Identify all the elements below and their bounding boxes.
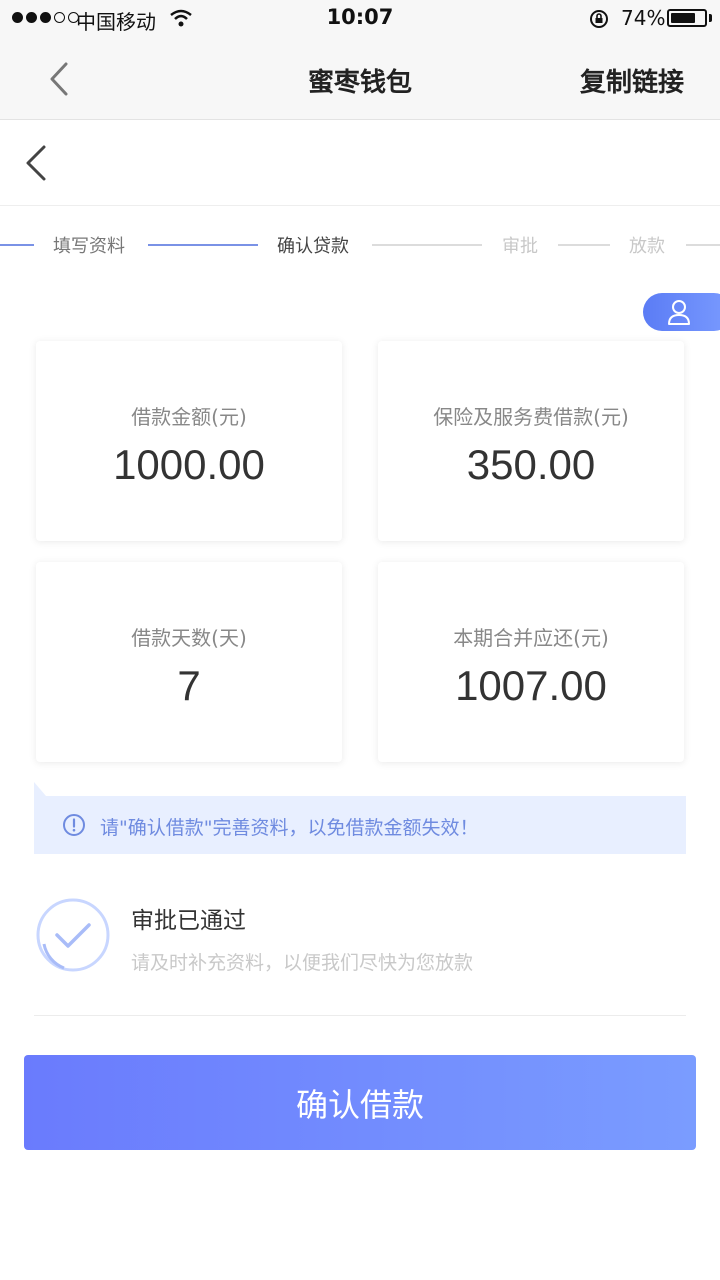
info-icon bbox=[63, 814, 85, 836]
loan-amount-card: 借款金额(元) 1000.00 bbox=[36, 341, 342, 541]
notice-pointer bbox=[34, 782, 46, 796]
divider bbox=[34, 1015, 686, 1016]
signal-strength-icon bbox=[12, 12, 79, 23]
status-bar: 中国移动 10:07 74% bbox=[0, 0, 720, 38]
insurance-fee-card: 保险及服务费借款(元) 350.00 bbox=[378, 341, 684, 541]
step-connector bbox=[148, 244, 258, 246]
card-value: 1000.00 bbox=[113, 441, 265, 488]
card-value: 1007.00 bbox=[455, 662, 607, 709]
loan-days-card: 借款天数(天) 7 bbox=[36, 562, 342, 762]
notice-text: 请"确认借款"完善资料，以免借款金额失效！ bbox=[100, 817, 479, 839]
nav-bar: 蜜枣钱包 复制链接 bbox=[0, 38, 720, 120]
card-label: 借款金额(元) bbox=[131, 405, 247, 429]
step-connector bbox=[686, 244, 720, 246]
step-connector bbox=[558, 244, 610, 246]
step-disbursement: 放款 bbox=[629, 236, 665, 257]
total-repayment-card: 本期合并应还(元) 1007.00 bbox=[378, 562, 684, 762]
approval-title: 审批已通过 bbox=[131, 908, 246, 934]
card-value: 350.00 bbox=[466, 441, 596, 488]
step-confirm-loan: 确认贷款 bbox=[277, 236, 349, 257]
card-label: 本期合并应还(元) bbox=[453, 626, 609, 650]
card-label: 借款天数(天) bbox=[131, 626, 247, 650]
step-fill-info: 填写资料 bbox=[53, 236, 125, 257]
confirm-loan-button[interactable]: 确认借款 bbox=[24, 1055, 696, 1150]
checkmark-circle-icon bbox=[36, 898, 110, 972]
step-connector bbox=[0, 244, 34, 246]
copy-link-button[interactable]: 复制链接 bbox=[580, 62, 684, 99]
wifi-icon bbox=[170, 9, 192, 27]
notice-banner: 请"确认借款"完善资料，以免借款金额失效！ bbox=[34, 796, 686, 854]
card-value: 7 bbox=[177, 662, 201, 709]
battery-percentage: 74% bbox=[621, 6, 666, 30]
step-approval: 审批 bbox=[502, 236, 538, 257]
step-connector bbox=[372, 244, 482, 246]
battery-icon bbox=[667, 9, 707, 27]
rotation-lock-icon bbox=[590, 10, 608, 28]
progress-steps: 填写资料 确认贷款 审批 放款 bbox=[0, 224, 720, 264]
card-label: 保险及服务费借款(元) bbox=[433, 405, 629, 429]
user-icon bbox=[668, 300, 690, 325]
carrier-name: 中国移动 bbox=[76, 10, 156, 34]
customer-service-button[interactable] bbox=[643, 293, 720, 331]
back-chevron-icon[interactable] bbox=[44, 60, 74, 98]
battery-cap bbox=[709, 14, 712, 22]
page-back-icon[interactable] bbox=[22, 143, 52, 183]
page-header bbox=[0, 121, 720, 206]
approval-subtitle: 请及时补充资料，以便我们尽快为您放款 bbox=[131, 952, 474, 974]
battery-fill bbox=[671, 13, 695, 23]
